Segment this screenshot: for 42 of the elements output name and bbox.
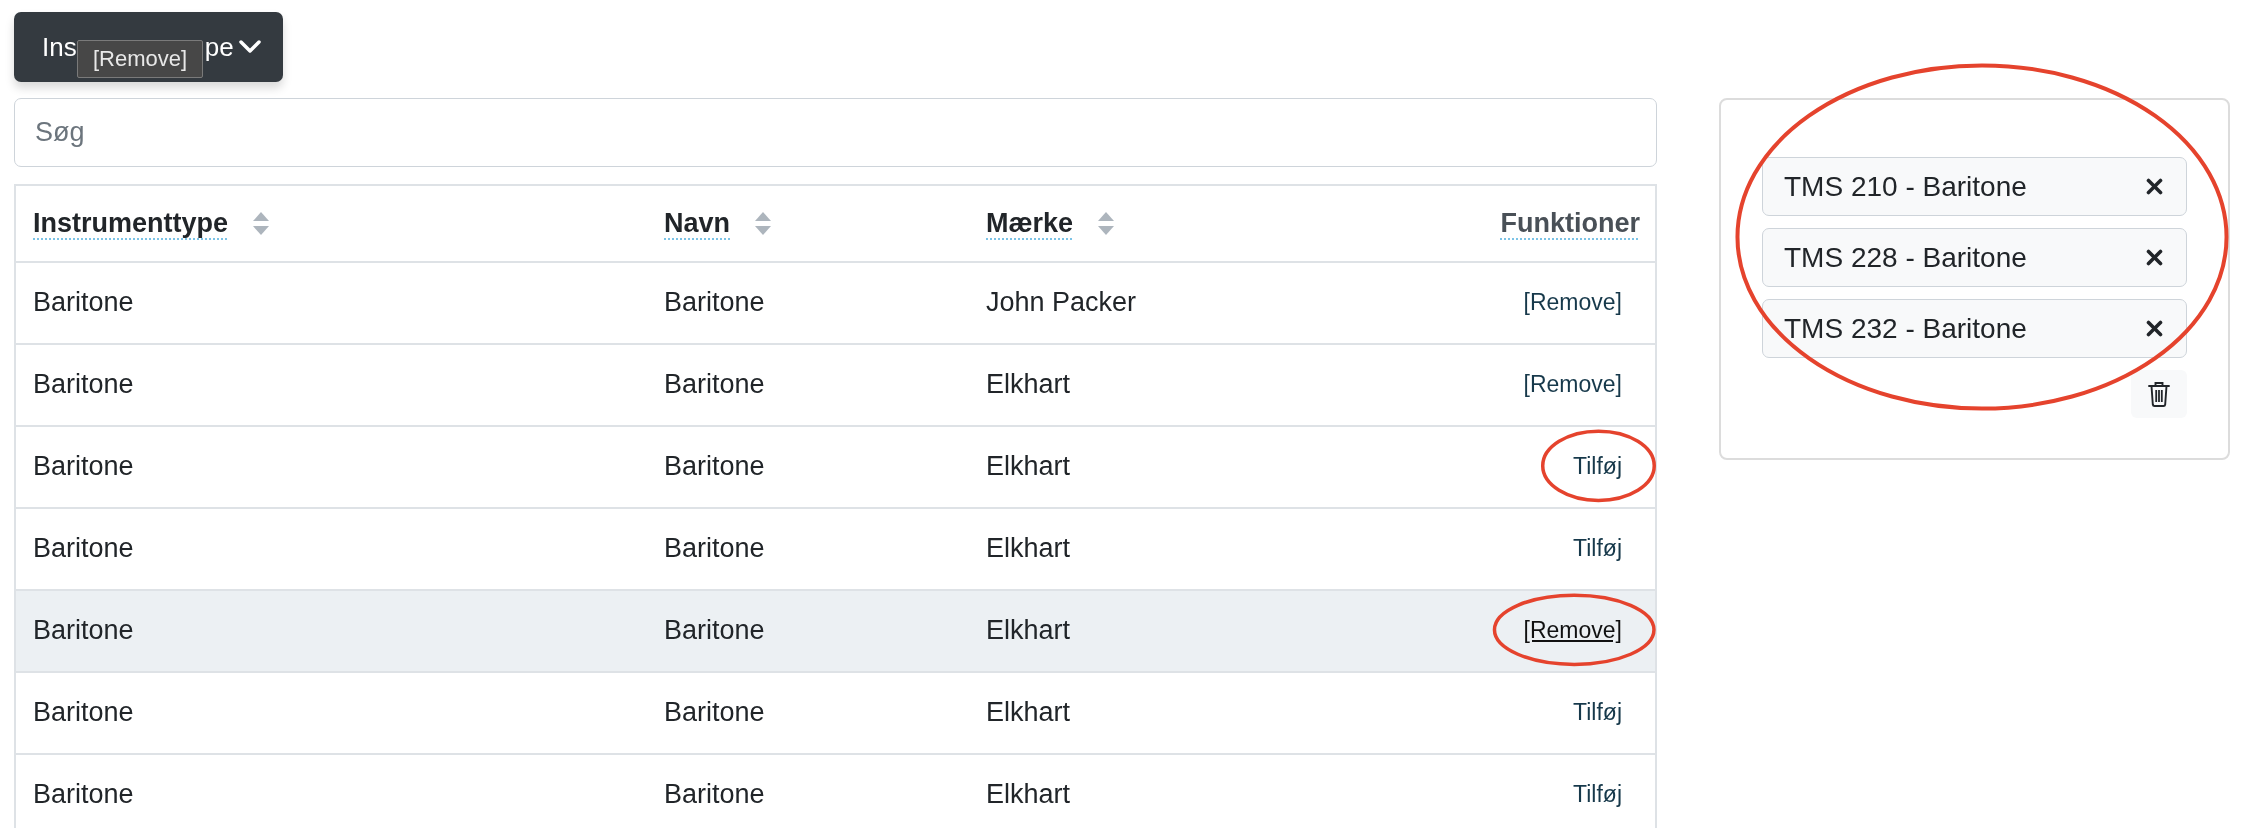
table-cell: Elkhart	[986, 696, 1071, 730]
table-cell: Baritone	[664, 778, 765, 812]
action-link[interactable]: Tilføj	[1573, 781, 1622, 809]
delete-button[interactable]	[2131, 370, 2187, 418]
close-icon[interactable]	[2146, 178, 2163, 195]
close-icon[interactable]	[2146, 249, 2163, 266]
action-link[interactable]: Tilføj	[1573, 453, 1622, 481]
column-header[interactable]: Navn	[664, 208, 773, 239]
table-cell: Elkhart	[986, 614, 1071, 648]
table-cell: Baritone	[33, 532, 134, 566]
trash-icon	[2148, 381, 2170, 407]
table-cell: Baritone	[33, 286, 134, 320]
table-cell: Baritone	[664, 450, 765, 484]
tag-label: TMS 228 - Baritone	[1784, 241, 2027, 274]
table-cell: Baritone	[33, 368, 134, 402]
table-cell: Baritone	[664, 286, 765, 320]
table-cell: Baritone	[33, 614, 134, 648]
tag-label: TMS 232 - Baritone	[1784, 312, 2027, 345]
search-field[interactable]: Søg	[14, 98, 1657, 167]
table-cell: Baritone	[33, 696, 134, 730]
table-cell: Baritone	[33, 778, 134, 812]
table-cell: Elkhart	[986, 778, 1071, 812]
table-cell: Baritone	[664, 368, 765, 402]
table-cell: John Packer	[986, 286, 1137, 320]
action-link[interactable]: Tilføj	[1573, 699, 1622, 727]
chevron-down-icon	[238, 40, 261, 54]
action-link[interactable]: [Remove]	[1523, 289, 1622, 317]
table-cell: Baritone	[33, 450, 134, 484]
tag-label: TMS 210 - Baritone	[1784, 170, 2027, 203]
column-header: Funktioner	[1500, 208, 1640, 239]
table-cell: Elkhart	[986, 450, 1071, 484]
action-link[interactable]: [Remove]	[1523, 371, 1622, 399]
table-cell: Baritone	[664, 696, 765, 730]
table-cell: Elkhart	[986, 532, 1071, 566]
column-header[interactable]: Mærke	[986, 208, 1116, 239]
column-header[interactable]: Instrumenttype	[33, 208, 271, 239]
table-cell: Baritone	[664, 532, 765, 566]
table-cell: Baritone	[664, 614, 765, 648]
action-link[interactable]: Tilføj	[1573, 535, 1622, 563]
close-icon[interactable]	[2146, 320, 2163, 337]
table-cell: Elkhart	[986, 368, 1071, 402]
tooltip: [Remove]	[77, 40, 204, 78]
